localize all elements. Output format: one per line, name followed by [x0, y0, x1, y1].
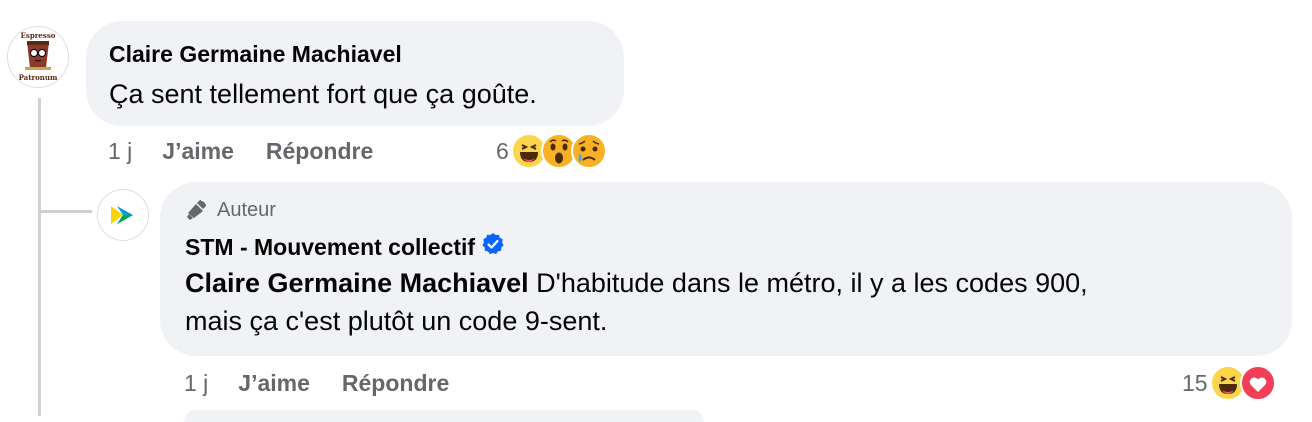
reply-button[interactable]: Répondre	[342, 370, 449, 397]
svg-text:Espresso: Espresso	[21, 31, 56, 40]
like-button[interactable]: J’aime	[238, 370, 310, 397]
love-icon	[1239, 365, 1276, 401]
sad-icon	[570, 133, 607, 169]
reply-text-line1: D'habitude dans le métro, il y a les cod…	[528, 268, 1088, 298]
comment-author[interactable]: Claire Germaine Machiavel	[109, 41, 402, 68]
reaction-summary[interactable]: 6	[496, 133, 607, 169]
verified-icon	[481, 232, 505, 262]
reply-author-name[interactable]: STM - Mouvement collectif	[185, 234, 475, 261]
espresso-logo: Espresso Patronum	[8, 27, 68, 87]
like-button[interactable]: J’aime	[162, 138, 234, 165]
reply-button[interactable]: Répondre	[266, 138, 373, 165]
comment-actions: 1 j J’aime Répondre	[108, 138, 405, 165]
author-badge: Auteur	[185, 198, 276, 222]
timestamp[interactable]: 1 j	[184, 370, 208, 397]
stm-logo	[98, 190, 148, 240]
reply-bubble: Auteur STM - Mouvement collectif Claire …	[160, 182, 1292, 356]
next-reply-bubble-edge	[184, 410, 704, 422]
reply-author: STM - Mouvement collectif	[185, 232, 505, 262]
thread-connector	[38, 210, 92, 213]
reaction-summary[interactable]: 15	[1182, 365, 1276, 401]
reaction-count: 15	[1182, 369, 1208, 396]
timestamp[interactable]: 1 j	[108, 138, 132, 165]
comment-text: Ça sent tellement fort que ça goûte.	[109, 79, 537, 109]
stm-avatar[interactable]	[98, 190, 148, 240]
microphone-icon	[187, 199, 206, 220]
reply-text-line2: mais ça c'est plutôt un code 9-sent.	[185, 306, 608, 336]
mention-link[interactable]: Claire Germaine Machiavel	[185, 268, 529, 298]
comment-bubble: Claire Germaine Machiavel Ça sent tellem…	[86, 21, 624, 126]
reply-actions: 1 j J’aime Répondre	[184, 370, 481, 397]
svg-text:Patronum: Patronum	[19, 73, 58, 82]
thread-line	[38, 98, 41, 416]
reply-text: Claire Germaine Machiavel D'habitude dan…	[185, 264, 1275, 340]
author-badge-label: Auteur	[217, 198, 276, 221]
avatar[interactable]: Espresso Patronum	[8, 27, 68, 87]
reaction-count: 6	[496, 137, 509, 164]
